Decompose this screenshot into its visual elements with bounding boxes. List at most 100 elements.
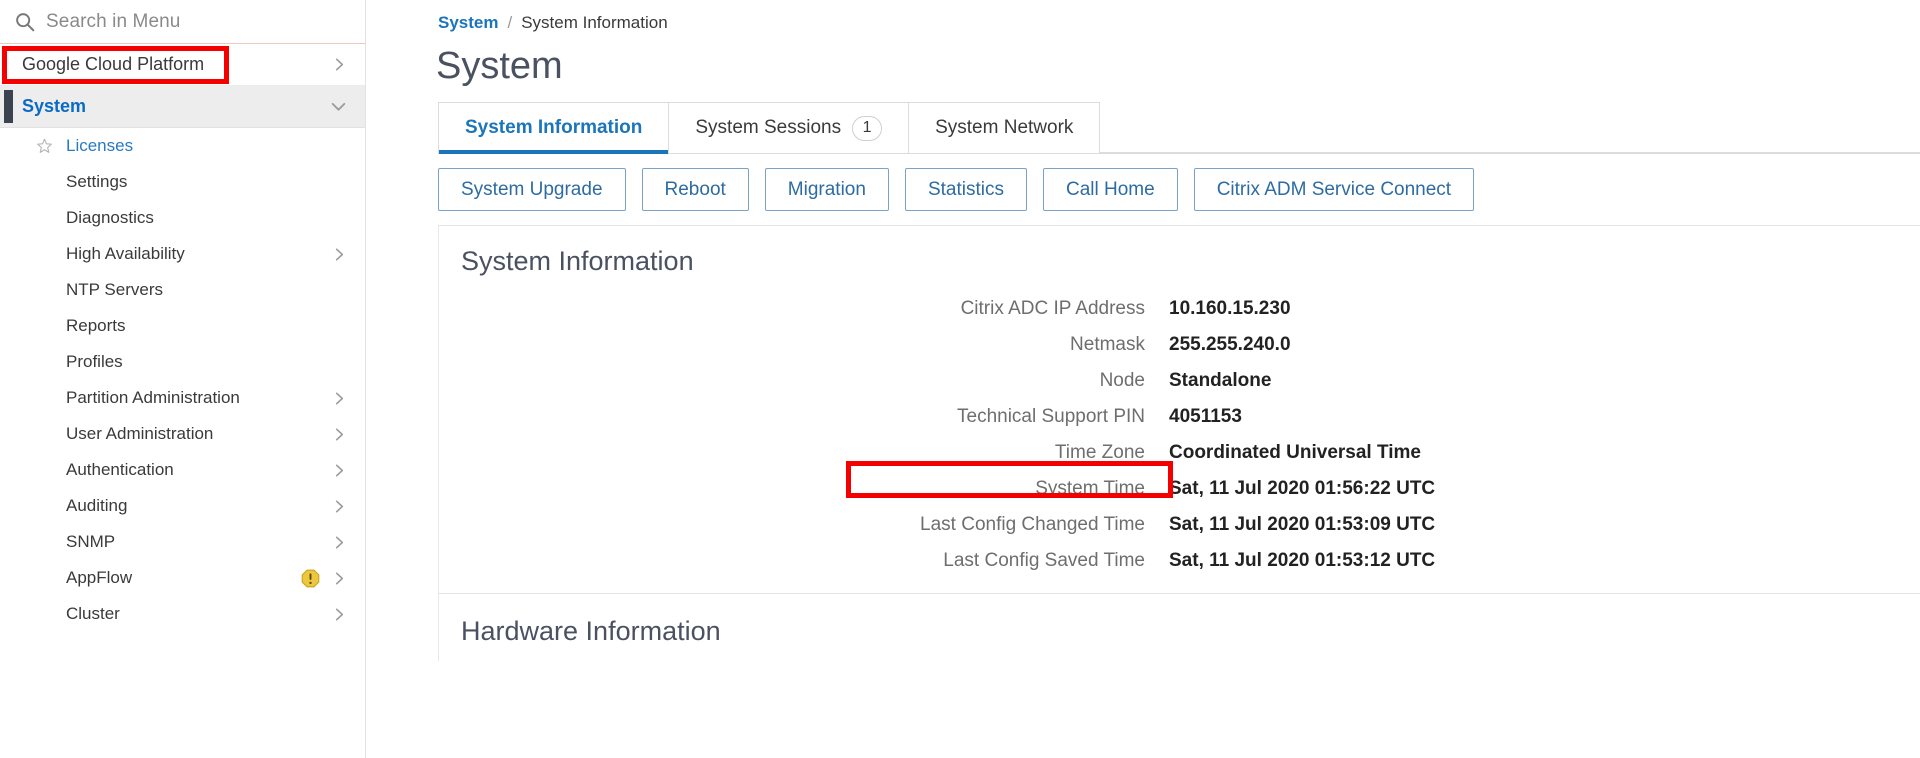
sidebar-item-high-availability[interactable]: High Availability [0,236,365,272]
sidebar-item-settings[interactable]: Settings [0,164,365,200]
toolbar-button-reboot[interactable]: Reboot [641,168,749,211]
sidebar: Google Cloud Platform System Licenses Set… [0,0,366,758]
hardware-information-heading: Hardware Information [438,594,1920,661]
sidebar-item-label: Reports [66,316,126,335]
chevron-right-icon [335,392,344,404]
chevron-right-icon [335,428,344,440]
info-value: Sat, 11 Jul 2020 01:56:22 UTC [1169,478,1436,499]
breadcrumb: System / System Information [366,0,1920,34]
sidebar-item-licenses[interactable]: Licenses [0,128,365,164]
main-content: System / System Information System Syste… [366,0,1920,758]
toolbar-button-citrix-adm-service-connect[interactable]: Citrix ADM Service Connect [1193,168,1475,211]
sidebar-item-ntp-servers[interactable]: NTP Servers [0,272,365,308]
sidebar-item-label: Licenses [66,136,134,155]
chevron-right-icon [335,248,344,260]
sidebar-item-user-administration[interactable]: User Administration [0,416,365,452]
breadcrumb-root[interactable]: System [438,13,498,33]
toolbar-button-system-upgrade[interactable]: System Upgrade [438,168,626,211]
sidebar-item-label: SNMP [66,532,116,551]
tab-label: System Sessions [695,117,842,138]
info-value: Standalone [1169,370,1272,391]
breadcrumb-separator: / [507,13,513,32]
info-value: 255.255.240.0 [1169,334,1291,355]
chevron-right-icon [335,464,344,476]
active-accent-bar [4,90,13,123]
toolbar-button-migration[interactable]: Migration [764,168,889,211]
tab-system-information[interactable]: System Information [438,102,670,154]
info-label: System Time [1035,478,1145,499]
sidebar-item-label: Cluster [66,604,120,623]
breadcrumb-current: System Information [521,13,668,32]
info-row: Time Zone Coordinated Universal Time [439,435,1920,471]
info-value: 10.160.15.230 [1169,298,1291,319]
info-value: Coordinated Universal Time [1169,442,1421,463]
toolbar-button-statistics[interactable]: Statistics [904,168,1027,211]
sidebar-item-label: Authentication [66,460,174,479]
sidebar-item-label: Settings [66,172,128,191]
chevron-right-icon [335,608,344,620]
sidebar-item-appflow[interactable]: AppFlow [0,560,365,596]
sidebar-item-label: Google Cloud Platform [22,54,205,74]
chevron-down-icon [331,102,346,111]
sidebar-item-label: Auditing [66,496,128,515]
sidebar-item-profiles[interactable]: Profiles [0,344,365,380]
tab-badge: 1 [852,115,883,141]
toolbar-button-call-home[interactable]: Call Home [1042,168,1178,211]
info-label: Last Config Saved Time [943,550,1145,571]
info-row: Node Standalone [439,363,1920,399]
tab-bar-filler [1099,102,1920,153]
info-row: Netmask 255.255.240.0 [439,327,1920,363]
page-title: System [436,45,563,87]
sidebar-item-label: High Availability [66,244,185,263]
sidebar-group-system[interactable]: System [0,86,365,128]
sidebar-item-label: Diagnostics [66,208,154,227]
tab-system-sessions[interactable]: System Sessions 1 [668,102,910,153]
sidebar-item-label: Profiles [66,352,123,371]
search-icon [16,12,35,31]
tab-bar: System Information System Sessions 1 System… [438,102,1920,154]
sidebar-item-label: AppFlow [66,568,133,587]
chevron-right-icon [335,572,344,584]
chevron-right-icon [335,500,344,512]
app-root: Google Cloud Platform System Licenses Set… [0,0,1920,758]
sidebar-item-label: NTP Servers [66,280,163,299]
sidebar-item-google-cloud-platform[interactable]: Google Cloud Platform [0,44,365,86]
sidebar-item-reports[interactable]: Reports [0,308,365,344]
sidebar-item-partition-administration[interactable]: Partition Administration [0,380,365,416]
warning-icon [301,569,320,587]
sidebar-item-list: Licenses Settings Diagnostics High Availabi… [0,128,365,632]
info-value: Sat, 11 Jul 2020 01:53:09 UTC [1169,514,1436,535]
chevron-right-icon [335,58,344,71]
info-label: Netmask [1070,334,1145,355]
sidebar-item-label: Partition Administration [66,388,240,407]
sidebar-group-label: System [22,96,87,116]
tab-system-network[interactable]: System Network [908,102,1101,153]
sidebar-item-authentication[interactable]: Authentication [0,452,365,488]
info-row: Last Config Saved Time Sat, 11 Jul 2020 0… [439,543,1920,579]
info-row: System Time Sat, 11 Jul 2020 01:56:22 UTC [439,471,1920,507]
search-input[interactable] [46,10,351,33]
sidebar-item-auditing[interactable]: Auditing [0,488,365,524]
info-row: Last Config Changed Time Sat, 11 Jul 2020… [439,507,1920,543]
search-bar[interactable] [0,0,365,44]
info-label: Citrix ADC IP Address [960,298,1145,319]
tab-label: System Network [935,117,1074,138]
system-information-heading: System Information [438,226,1920,291]
info-value: 4051153 [1169,406,1242,427]
info-label: Node [1099,370,1145,391]
info-row: Citrix ADC IP Address 10.160.15.230 [439,291,1920,327]
action-toolbar: System Upgrade Reboot Migration Statistics C… [438,154,1920,226]
sidebar-item-cluster[interactable]: Cluster [0,596,365,632]
info-row: Technical Support PIN 4051153 [439,399,1920,435]
sidebar-item-diagnostics[interactable]: Diagnostics [0,200,365,236]
info-label: Technical Support PIN [957,406,1145,427]
info-value: Sat, 11 Jul 2020 01:53:12 UTC [1169,550,1436,571]
info-label: Time Zone [1054,442,1145,463]
info-label: Last Config Changed Time [920,514,1145,535]
tab-label: System Information [465,117,643,138]
star-icon[interactable] [36,138,53,155]
sidebar-item-label: User Administration [66,424,214,443]
system-information-panel: Citrix ADC IP Address 10.160.15.230 Netmas… [438,291,1920,594]
chevron-right-icon [335,536,344,548]
sidebar-item-snmp[interactable]: SNMP [0,524,365,560]
